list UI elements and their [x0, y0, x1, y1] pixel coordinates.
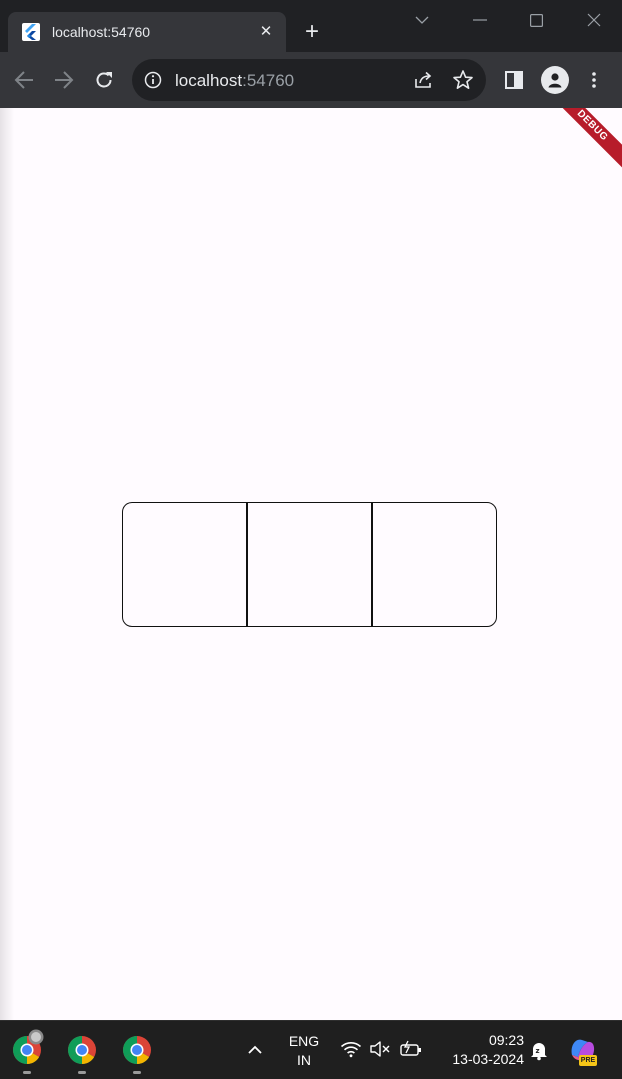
volume-muted-icon[interactable] — [369, 1040, 391, 1058]
copilot-pre-badge: PRE — [580, 1057, 596, 1064]
more-vert-icon — [592, 72, 596, 88]
chevron-down-icon — [415, 16, 429, 24]
flutter-favicon-icon — [22, 23, 40, 41]
maximize-icon — [529, 13, 543, 27]
chrome-icon — [68, 1036, 96, 1064]
address-bar[interactable]: localhost:54760 — [132, 59, 486, 101]
url-port: :54760 — [242, 71, 295, 90]
taskbar-chrome-1[interactable] — [12, 1029, 44, 1074]
language-code: ENG — [288, 1033, 320, 1049]
minimize-button[interactable] — [460, 6, 500, 34]
browser-menu-button[interactable] — [580, 66, 608, 94]
copilot-button[interactable]: PRE — [566, 1035, 598, 1067]
debug-banner: DEBUG — [543, 108, 622, 175]
system-clock[interactable]: 09:23 13-03-2024 — [436, 1031, 524, 1069]
browser-titlebar: localhost:54760 ✕ + — [0, 0, 622, 52]
segment-3[interactable] — [371, 503, 496, 626]
running-indicator — [133, 1071, 141, 1074]
person-icon — [548, 73, 562, 88]
profile-avatar[interactable] — [541, 66, 569, 94]
language-indicator[interactable]: ENG IN — [286, 1032, 322, 1070]
reload-button[interactable] — [90, 66, 118, 94]
forward-button[interactable] — [50, 66, 78, 94]
left-edge-shadow — [0, 108, 14, 1020]
segment-1[interactable] — [123, 503, 246, 626]
clock-time: 09:23 — [488, 1032, 524, 1048]
segment-2[interactable] — [246, 503, 371, 626]
side-panel-icon — [505, 71, 523, 89]
maximize-button[interactable] — [516, 6, 556, 34]
arrow-right-icon — [55, 71, 74, 89]
back-button[interactable] — [10, 66, 38, 94]
screen: localhost:54760 ✕ + localhost:54760 DEBU… — [0, 0, 622, 1079]
info-icon[interactable] — [144, 71, 162, 89]
page-viewport: DEBUG — [0, 108, 622, 1020]
taskbar: ENG IN 09:23 13-03-2024 z PRE — [0, 1020, 622, 1079]
close-icon — [587, 13, 601, 27]
new-tab-button[interactable]: + — [298, 18, 326, 46]
running-indicator — [78, 1071, 86, 1074]
show-hidden-icons-chevron-icon[interactable] — [244, 1039, 266, 1061]
minimize-icon — [473, 19, 487, 21]
taskbar-chrome-3[interactable] — [122, 1035, 152, 1074]
taskbar-chrome-2[interactable] — [67, 1035, 97, 1074]
profile-badge-icon — [28, 1029, 44, 1045]
svg-text:z: z — [536, 1047, 540, 1055]
side-panel-button[interactable] — [500, 66, 528, 94]
clock-date: 13-03-2024 — [452, 1051, 524, 1067]
running-indicator — [23, 1071, 31, 1074]
tab-search-button[interactable] — [402, 6, 442, 34]
share-icon[interactable] — [412, 69, 434, 91]
bookmark-star-icon[interactable] — [452, 69, 474, 91]
url-text[interactable]: localhost:54760 — [175, 71, 294, 91]
browser-tab[interactable]: localhost:54760 ✕ — [8, 12, 286, 52]
tab-title: localhost:54760 — [52, 24, 151, 40]
reload-icon — [96, 72, 112, 88]
chrome-icon — [123, 1036, 151, 1064]
notification-bell-icon[interactable]: z — [528, 1039, 550, 1061]
browser-toolbar: localhost:54760 — [0, 52, 622, 108]
wifi-icon[interactable] — [340, 1040, 362, 1058]
window-close-button[interactable] — [574, 6, 614, 34]
battery-charging-icon[interactable] — [399, 1040, 423, 1058]
url-host: localhost — [175, 71, 243, 90]
tab-close-icon[interactable]: ✕ — [254, 20, 278, 44]
arrow-left-icon — [14, 71, 33, 89]
language-region: IN — [297, 1052, 311, 1068]
segmented-box — [122, 502, 497, 627]
